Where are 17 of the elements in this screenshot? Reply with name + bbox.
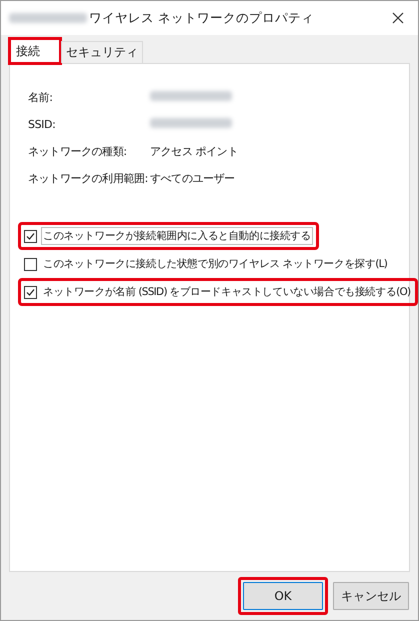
- checkbox[interactable]: [24, 258, 37, 270]
- property-value: すべてのユーザー: [150, 171, 236, 186]
- tab[interactable]: 接続: [9, 38, 61, 64]
- checkbox-option[interactable]: ネットワークが名前 (SSID) をブロードキャストしていない場合でも接続する(O): [20, 280, 416, 304]
- checkbox-option[interactable]: このネットワークに接続した状態で別のワイヤレス ネットワークを探す(L): [20, 252, 394, 276]
- ok-button[interactable]: OK: [243, 582, 323, 610]
- property-label: ネットワークの種類:: [28, 144, 128, 159]
- window-title: ワイヤレス ネットワークのプロパティ: [89, 10, 315, 26]
- property-label: 名前:: [28, 90, 54, 105]
- property-label: ネットワークの利用範囲:: [28, 171, 149, 186]
- cancel-button[interactable]: キャンセル: [333, 582, 409, 610]
- close-icon[interactable]: [392, 12, 404, 24]
- property-value: アクセス ポイント: [150, 144, 239, 159]
- checkbox[interactable]: [24, 230, 37, 242]
- tab[interactable]: セキュリティ: [61, 41, 143, 63]
- property-label: SSID:: [28, 117, 56, 132]
- checkbox[interactable]: [24, 286, 37, 298]
